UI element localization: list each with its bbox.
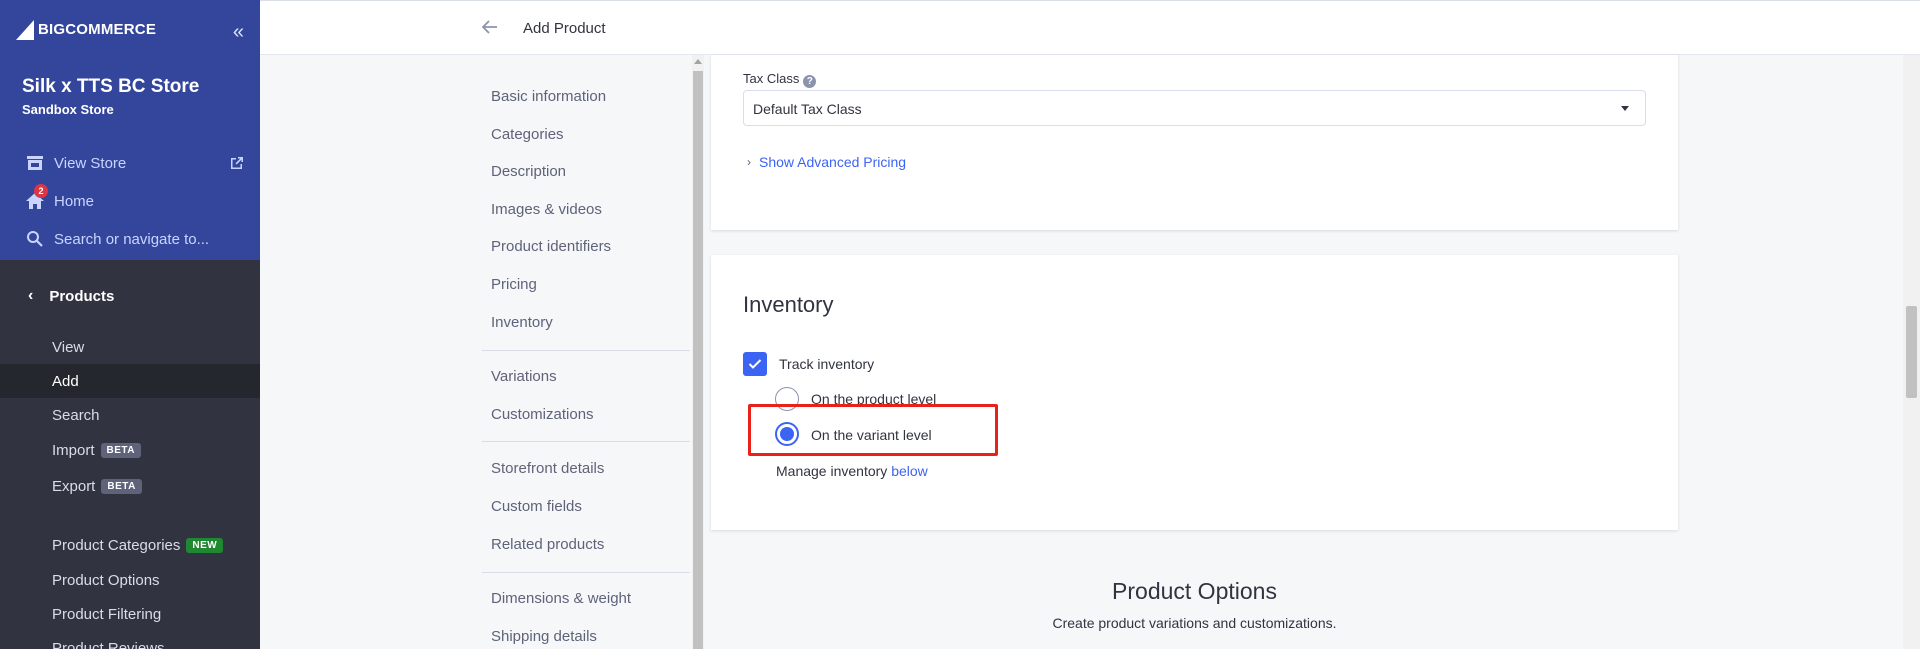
- top-bar: Add Product: [260, 0, 1920, 55]
- tax-class-label: Tax Class?: [743, 71, 817, 88]
- manage-inventory-label: Manage inventory: [776, 463, 888, 479]
- bigcommerce-logo-icon: [16, 20, 34, 40]
- dropdown-caret-icon: [1621, 106, 1629, 111]
- nav-item-label: Product Reviews: [52, 639, 165, 649]
- nav-item-product-options[interactable]: Product Options: [0, 563, 260, 597]
- home-icon: 2: [24, 184, 48, 212]
- nav-item-search[interactable]: Search: [0, 398, 260, 432]
- section-link-description[interactable]: Description: [491, 163, 566, 180]
- scrollbar-thumb[interactable]: [693, 71, 703, 649]
- view-store-link[interactable]: View Store: [24, 152, 126, 174]
- notification-badge: 2: [34, 184, 48, 198]
- sidebar-header: BIGCOMMERCE « Silk x TTS BC Store Sandbo…: [0, 0, 260, 260]
- section-link-related-products[interactable]: Related products: [491, 536, 604, 553]
- advanced-pricing-label: Show Advanced Pricing: [759, 154, 907, 170]
- nav-item-import[interactable]: Import BETA: [0, 433, 260, 467]
- nav-item-label: Product Options: [52, 571, 160, 589]
- nav-item-view[interactable]: View: [0, 330, 260, 364]
- help-icon[interactable]: ?: [803, 75, 817, 88]
- beta-badge: BETA: [101, 478, 142, 494]
- radio-variant-level[interactable]: [775, 422, 799, 446]
- chevron-right-icon: ›: [747, 155, 751, 169]
- radio-product-level-label: On the product level: [811, 391, 937, 407]
- section-nav-scrollbar[interactable]: [692, 55, 704, 649]
- brand-name: BIGCOMMERCE: [38, 20, 157, 38]
- beta-badge: BETA: [100, 442, 141, 458]
- section-link-storefront-details[interactable]: Storefront details: [491, 460, 604, 477]
- main-scrollbar[interactable]: [1903, 55, 1920, 649]
- global-search[interactable]: Search or navigate to...: [24, 228, 209, 250]
- manage-inventory-text: Manage inventory below: [776, 463, 928, 479]
- section-link-pricing[interactable]: Pricing: [491, 276, 537, 293]
- divider: [482, 572, 690, 573]
- section-link-images-videos[interactable]: Images & videos: [491, 201, 602, 218]
- scroll-up-arrow-icon[interactable]: [694, 59, 702, 64]
- nav-item-product-filtering[interactable]: Product Filtering: [0, 597, 260, 631]
- nav-item-product-reviews[interactable]: Product Reviews: [0, 631, 260, 649]
- collapse-sidebar-icon[interactable]: «: [233, 22, 244, 42]
- nav-item-label: View: [52, 338, 85, 356]
- nav-item-label: Export: [52, 477, 96, 495]
- section-link-custom-fields[interactable]: Custom fields: [491, 498, 582, 515]
- view-store-label: View Store: [54, 154, 127, 172]
- divider: [482, 350, 690, 351]
- section-link-variations[interactable]: Variations: [491, 368, 557, 385]
- section-link-product-identifiers[interactable]: Product identifiers: [491, 238, 611, 255]
- inventory-card: Inventory Track inventory On the product…: [711, 255, 1678, 530]
- nav-item-label: Import: [52, 441, 95, 459]
- home-label: Home: [54, 192, 95, 210]
- chevron-left-icon: ‹: [28, 287, 34, 304]
- page-title: Add Product: [523, 20, 606, 37]
- back-arrow-icon[interactable]: [481, 18, 498, 39]
- show-advanced-pricing-link[interactable]: › Show Advanced Pricing: [747, 154, 906, 170]
- section-link-basic-information[interactable]: Basic information: [491, 88, 606, 105]
- nav-item-export[interactable]: Export BETA: [0, 469, 260, 503]
- pricing-card: Tax Class? Default Tax Class › Show Adva…: [711, 55, 1678, 230]
- nav-item-label: Product Filtering: [52, 605, 162, 623]
- radio-variant-level-label: On the variant level: [811, 427, 932, 443]
- section-link-customizations[interactable]: Customizations: [491, 406, 594, 423]
- external-link-icon[interactable]: [230, 156, 244, 175]
- divider: [482, 441, 690, 442]
- product-options-subtitle: Create product variations and customizat…: [1052, 615, 1337, 631]
- scrollbar-thumb[interactable]: [1906, 306, 1917, 398]
- new-badge: NEW: [186, 537, 224, 553]
- manage-inventory-below-link[interactable]: below: [891, 463, 928, 479]
- storefront-icon: [24, 152, 46, 174]
- section-link-shipping-details[interactable]: Shipping details: [491, 628, 597, 645]
- nav-item-product-categories[interactable]: Product Categories NEW: [0, 528, 260, 562]
- section-link-inventory[interactable]: Inventory: [491, 314, 553, 331]
- products-section-title: Products: [49, 287, 115, 305]
- brand-logo[interactable]: BIGCOMMERCE: [14, 16, 156, 42]
- nav-item-label: Search: [52, 406, 100, 424]
- section-link-categories[interactable]: Categories: [491, 126, 564, 143]
- search-icon: [24, 228, 46, 250]
- products-section-back[interactable]: ‹ Products: [0, 276, 260, 316]
- tax-class-select[interactable]: Default Tax Class: [743, 90, 1646, 126]
- inventory-title: Inventory: [743, 292, 834, 317]
- track-inventory-checkbox[interactable]: [743, 352, 767, 376]
- product-options-title: Product Options: [1112, 578, 1277, 604]
- radio-product-level[interactable]: [775, 387, 799, 411]
- checkmark-icon: [748, 359, 762, 369]
- sidebar: BIGCOMMERCE « Silk x TTS BC Store Sandbo…: [0, 0, 260, 649]
- tax-class-label-text: Tax Class: [743, 71, 800, 86]
- track-inventory-label: Track inventory: [779, 356, 875, 372]
- nav-item-label: Product Categories: [52, 536, 181, 554]
- tax-class-value: Default Tax Class: [753, 101, 862, 117]
- section-nav: Basic information Categories Description…: [482, 55, 692, 649]
- store-type: Sandbox Store: [22, 102, 114, 117]
- nav-item-add[interactable]: Add: [0, 364, 260, 398]
- nav-item-label: Add: [52, 372, 79, 390]
- search-placeholder: Search or navigate to...: [54, 230, 210, 248]
- store-name: Silk x TTS BC Store: [22, 76, 200, 97]
- home-link[interactable]: 2 Home: [24, 184, 95, 212]
- section-link-dimensions-weight[interactable]: Dimensions & weight: [491, 590, 631, 607]
